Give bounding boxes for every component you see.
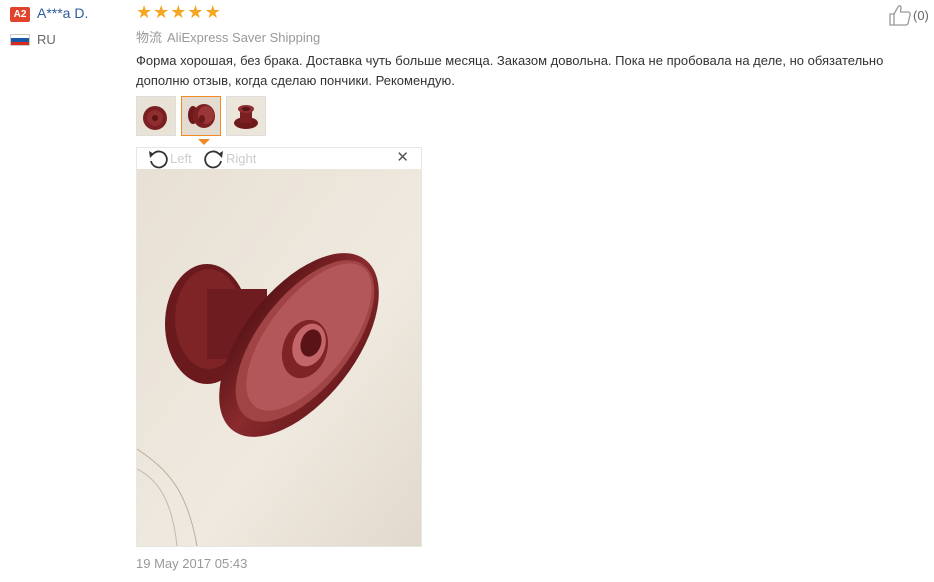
rotate-right-button[interactable]: Right xyxy=(203,148,256,169)
star-icon: ★ xyxy=(187,2,204,22)
rotate-right-label: Right xyxy=(226,151,257,166)
country-code: RU xyxy=(37,32,56,47)
star-icon: ★ xyxy=(136,2,153,22)
rotate-left-label: Left xyxy=(170,151,192,166)
logistics-info: 物流 AliExpress Saver Shipping xyxy=(136,27,320,46)
photo-thumbnail[interactable] xyxy=(226,96,266,136)
rotate-right-icon xyxy=(204,150,223,168)
close-icon[interactable]: ✕ xyxy=(396,150,409,166)
logistics-label: 物流 xyxy=(136,30,163,45)
country-flag-icon xyxy=(10,34,30,46)
helpful-count: (0) xyxy=(913,7,929,23)
photo-viewer-toolbar: Left Right ✕ xyxy=(137,148,421,169)
star-icon: ★ xyxy=(170,2,187,22)
photo-thumbnail[interactable] xyxy=(136,96,176,136)
photo-viewer: Left Right ✕ xyxy=(136,147,422,547)
review-date: 19 May 2017 05:43 xyxy=(136,556,248,571)
star-icon: ★ xyxy=(204,2,221,22)
review-photo xyxy=(137,169,421,546)
star-icon: ★ xyxy=(153,2,170,22)
rotate-left-button[interactable]: Left xyxy=(147,148,192,169)
helpful-button[interactable]: (0) xyxy=(888,4,929,26)
buyer-name: A***a D. xyxy=(37,5,89,21)
photo-thumbnails xyxy=(136,96,266,136)
buyer-level-badge: A2 xyxy=(10,7,30,22)
thumbs-up-icon xyxy=(889,5,911,26)
photo-thumbnail-selected[interactable] xyxy=(181,96,221,136)
rotate-left-icon xyxy=(149,150,168,168)
star-rating: ★ ★ ★ ★ ★ xyxy=(136,3,221,21)
review-text: Форма хорошая, без брака. Доставка чуть … xyxy=(136,53,884,88)
selected-thumbnail-indicator xyxy=(198,139,210,145)
shipping-method: AliExpress Saver Shipping xyxy=(167,30,321,45)
